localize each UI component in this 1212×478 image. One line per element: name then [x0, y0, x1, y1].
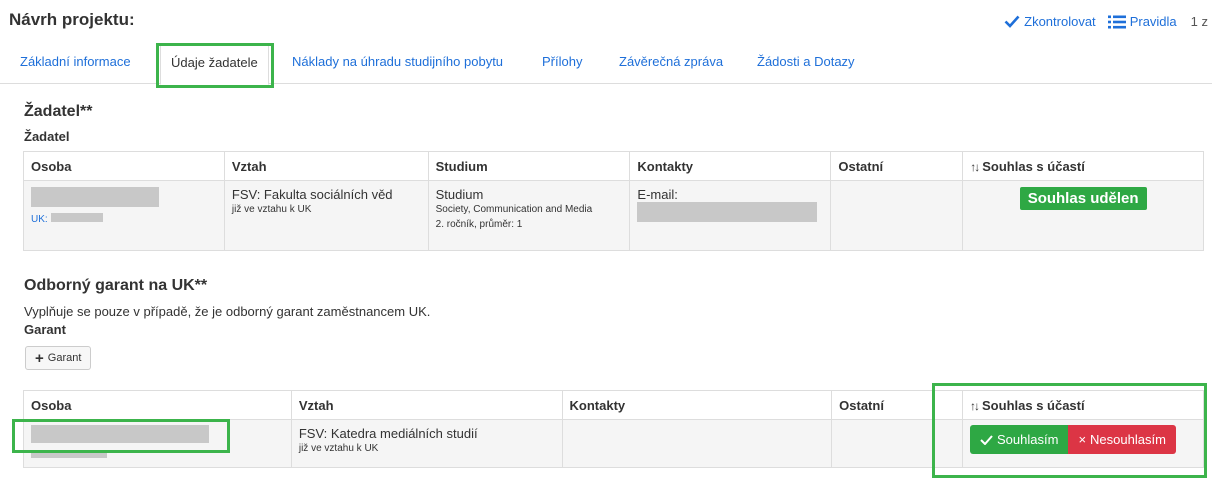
column-header: Osoba: [23, 151, 225, 181]
column-header: Vztah: [223, 151, 429, 181]
tab-study-costs[interactable]: Náklady na úhradu studijního pobytu: [292, 54, 503, 69]
relation-cell: FSV: Katedra mediálních studií již ve vz…: [290, 419, 563, 468]
consent-cell: Souhlas udělen: [962, 180, 1204, 251]
relation-subtext: již ve vztahu k UK: [231, 204, 312, 215]
column-header: Ostatní: [830, 151, 964, 181]
column-header: Vztah: [290, 390, 563, 420]
column-header: Osoba: [23, 390, 292, 420]
plus-icon: +: [35, 349, 44, 367]
relation-subtext: již ve vztahu k UK: [298, 443, 379, 454]
highlight-box: [932, 383, 1207, 478]
person-cell: UK:: [23, 180, 225, 251]
study-year: 2. ročník, průměr: 1: [435, 219, 523, 230]
study-cell: Studium Society, Communication and Media…: [427, 180, 631, 251]
uk-id-label[interactable]: UK:: [31, 214, 48, 225]
consent-granted-badge: Souhlas udělen: [1019, 187, 1147, 210]
column-header: Studium: [427, 151, 631, 181]
table-header-row: Osoba Vztah Studium Kontakty Ostatní ↑↓ S…: [23, 151, 1204, 181]
study-program: Society, Communication and Media: [435, 204, 593, 215]
column-header: Kontakty: [561, 390, 833, 420]
top-actions: Zkontrolovat Pravidla 1 z: [1004, 14, 1208, 29]
add-guarantor-button[interactable]: + Garant: [25, 346, 92, 370]
tab-requests-questions[interactable]: Žádosti a Dotazy: [757, 54, 855, 69]
highlight-box: [12, 419, 230, 453]
tab-basic-info[interactable]: Základní informace: [20, 54, 131, 69]
guarantor-note: Vyplňuje se pouze v případě, že je odbor…: [24, 304, 431, 319]
check-label: Zkontrolovat: [1024, 14, 1096, 29]
guarantor-section-title: Odborný garant na UK**: [24, 277, 208, 294]
contacts-cell: [561, 419, 833, 468]
tab-attachments[interactable]: Přílohy: [542, 54, 582, 69]
page-title: Návrh projektu:: [9, 10, 135, 29]
tab-final-report[interactable]: Závěrečná zpráva: [619, 54, 723, 69]
rules-label: Pravidla: [1129, 14, 1177, 29]
applicant-subtitle: Žadatel: [24, 129, 70, 144]
column-header: Kontakty: [629, 151, 832, 181]
rules-button[interactable]: Pravidla: [1107, 14, 1177, 29]
email-label: E-mail:: [637, 187, 678, 202]
study-text: Studium: [435, 187, 484, 202]
guarantor-subtitle: Garant: [24, 322, 66, 337]
highlight-box: [156, 43, 274, 88]
check-button[interactable]: Zkontrolovat: [1004, 14, 1096, 29]
checkmark-icon: [1004, 15, 1020, 28]
table-row: UK: FSV: Fakulta sociálních věd již ve v…: [23, 180, 1204, 251]
relation-text: FSV: Fakulta sociálních věd: [231, 187, 393, 202]
list-icon: [1107, 15, 1126, 28]
contacts-cell: E-mail:: [629, 180, 832, 251]
other-cell: [830, 180, 964, 251]
redacted-uk-id: [51, 213, 104, 222]
add-guarantor-label: Garant: [47, 352, 82, 364]
sort-icon: ↑↓: [970, 159, 980, 174]
redacted-email: [637, 202, 818, 222]
consent-column-header[interactable]: ↑↓ Souhlas s účastí: [962, 151, 1204, 181]
page-indicator: 1 z: [1190, 14, 1208, 29]
applicant-section-title: Žadatel**: [24, 103, 93, 120]
applicant-table: Osoba Vztah Studium Kontakty Ostatní ↑↓ S…: [23, 151, 1204, 251]
relation-cell: FSV: Fakulta sociálních věd již ve vztah…: [223, 180, 429, 251]
relation-text: FSV: Katedra mediálních studií: [298, 426, 478, 441]
redacted-name: [31, 187, 159, 207]
